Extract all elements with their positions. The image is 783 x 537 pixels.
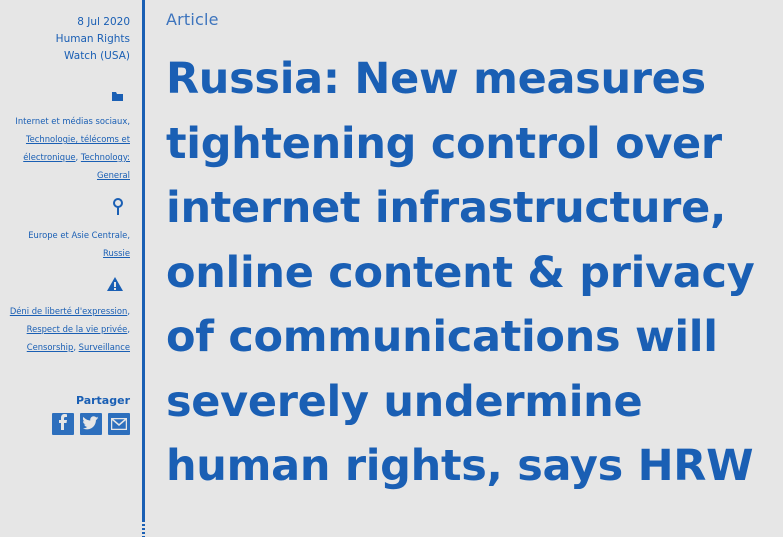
publish-date: 8 Jul 2020	[77, 16, 130, 28]
location-pin-icon	[112, 198, 124, 220]
region-item[interactable]: Russie	[103, 248, 130, 258]
topics-list: Internet et médias sociaux, Technologie,…	[15, 116, 130, 180]
facebook-share-button[interactable]	[52, 413, 74, 435]
article-type-label: Article	[166, 10, 219, 29]
warning-icon	[106, 276, 124, 296]
sidebar-divider	[142, 0, 145, 520]
facebook-icon	[56, 414, 70, 434]
email-share-button[interactable]	[108, 413, 130, 435]
regions-list: Europe et Asie Centrale, Russie	[28, 230, 130, 258]
region-item[interactable]: Europe et Asie Centrale	[28, 230, 127, 240]
issue-item[interactable]: Déni de liberté d'expression	[10, 306, 128, 316]
issues-list: Déni de liberté d'expression, Respect de…	[9, 306, 130, 352]
twitter-share-button[interactable]	[80, 413, 102, 435]
share-buttons	[0, 413, 130, 435]
issue-item[interactable]: Surveillance	[79, 342, 130, 352]
issue-item[interactable]: Censorship	[27, 342, 74, 352]
email-icon	[110, 415, 128, 434]
topic-item[interactable]: Technology: General	[81, 152, 130, 180]
source-name: Human Rights Watch (USA)	[55, 33, 130, 62]
sidebar: 8 Jul 2020 Human Rights Watch (USA) Inte…	[0, 0, 132, 537]
article-headline: Russia: New measures tightening control …	[166, 54, 755, 491]
issue-item[interactable]: Respect de la vie privée	[27, 324, 128, 334]
sidebar-divider-dots	[142, 520, 145, 537]
topic-item[interactable]: Internet et médias sociaux	[15, 116, 127, 126]
share-label: Partager	[75, 394, 130, 407]
article-main: Article Russia: New measures tightening …	[166, 10, 776, 499]
folder-icon	[111, 87, 124, 106]
twitter-icon	[82, 415, 99, 434]
